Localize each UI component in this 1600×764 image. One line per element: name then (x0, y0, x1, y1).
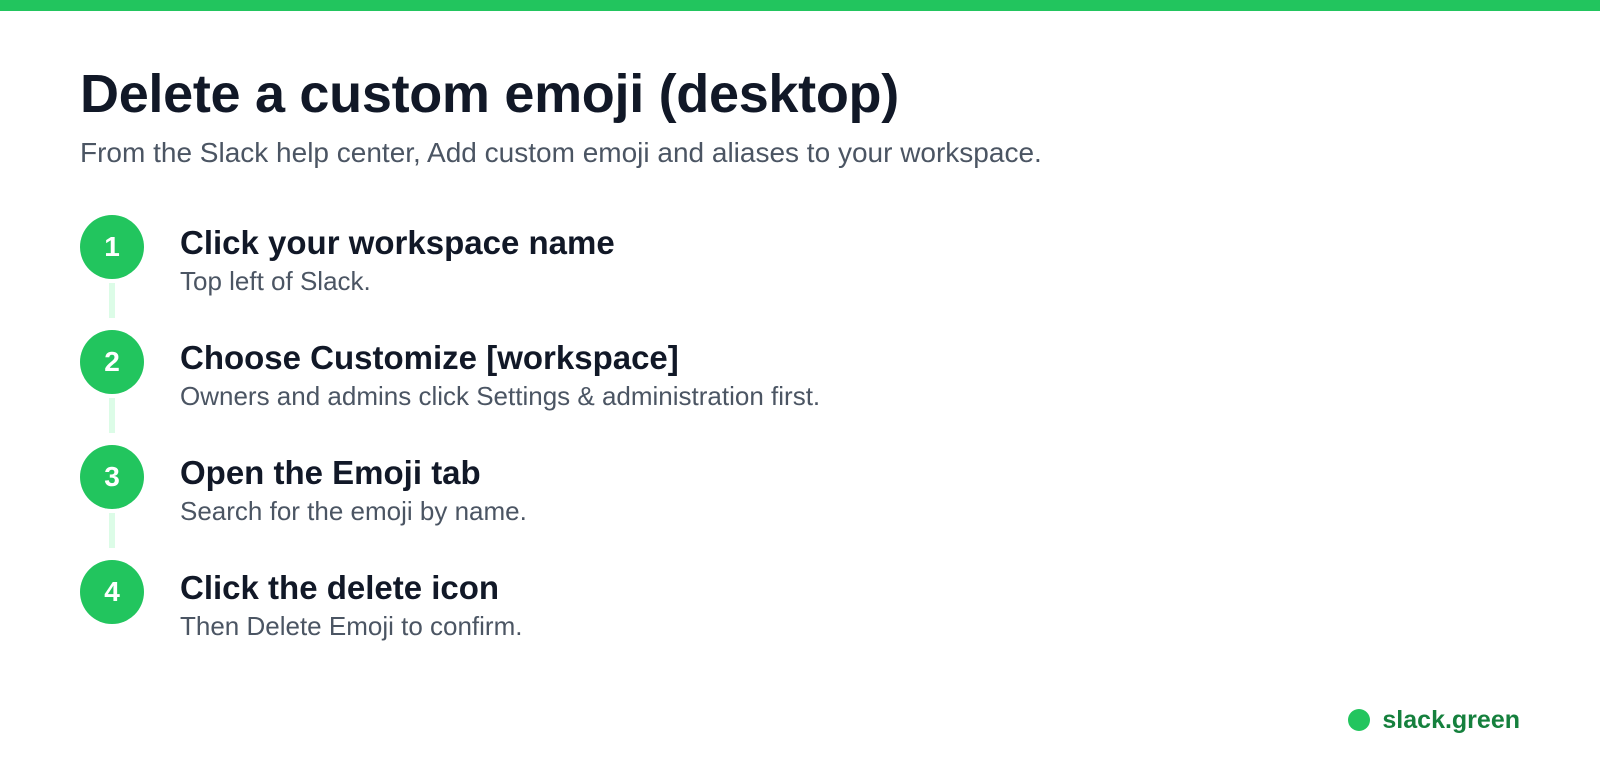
brand-dot-icon (1348, 709, 1371, 731)
step-number-badge: 2 (80, 330, 144, 394)
step-description: Owners and admins click Settings & admin… (180, 381, 821, 411)
step-item: 2 Choose Customize [workspace] Owners an… (80, 330, 1280, 445)
step-title: Open the Emoji tab (180, 454, 481, 491)
brand-label: slack.green (1382, 706, 1520, 734)
page-title: Delete a custom emoji (desktop) (80, 64, 899, 124)
step-title: Choose Customize [workspace] (180, 339, 679, 376)
step-connector (109, 283, 115, 318)
page-subtitle: From the Slack help center, Add custom e… (80, 137, 1042, 168)
step-item: 3 Open the Emoji tab Search for the emoj… (80, 445, 1280, 560)
top-accent-bar (0, 0, 1600, 11)
brand-footer: slack.green (1348, 705, 1520, 735)
step-item: 4 Click the delete icon Then Delete Emoj… (80, 560, 1280, 675)
step-number-badge: 3 (80, 445, 144, 509)
step-connector (109, 513, 115, 548)
step-connector (109, 398, 115, 433)
step-item: 1 Click your workspace name Top left of … (80, 215, 1280, 330)
step-description: Top left of Slack. (180, 266, 371, 296)
step-title: Click the delete icon (180, 569, 500, 606)
steps-list: 1 Click your workspace name Top left of … (80, 215, 1280, 675)
step-number-badge: 4 (80, 560, 144, 624)
step-number-badge: 1 (80, 215, 144, 279)
step-description: Search for the emoji by name. (180, 496, 527, 526)
step-title: Click your workspace name (180, 224, 615, 261)
step-description: Then Delete Emoji to confirm. (180, 611, 523, 641)
